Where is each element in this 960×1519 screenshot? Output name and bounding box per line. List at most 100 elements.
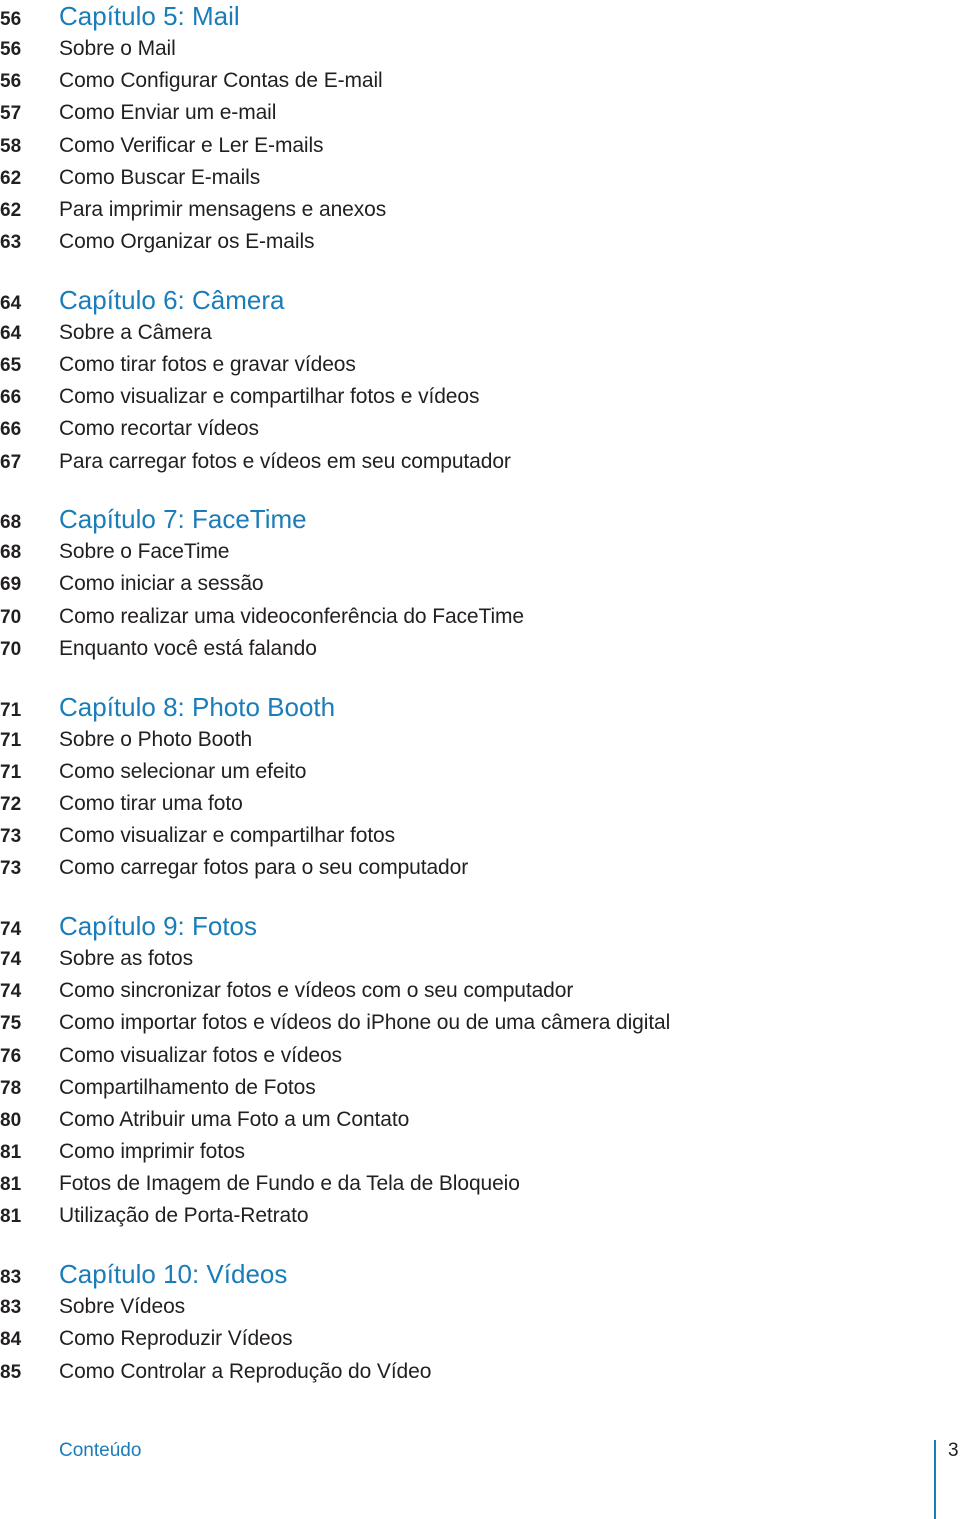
entry-page-number: 85: [0, 1361, 22, 1383]
entry-title[interactable]: Como visualizar fotos e vídeos: [59, 1040, 342, 1072]
chapter-section: 71 Capítulo 8: Photo Booth 71 Sobre o Photo…: [0, 691, 960, 885]
toc-entry[interactable]: 70 Como realizar uma videoconferência do …: [0, 601, 960, 633]
toc-entry[interactable]: 58 Como Verificar e Ler E-mails: [0, 130, 960, 162]
entry-title[interactable]: Como Organizar os E-mails: [59, 226, 315, 258]
chapter-heading[interactable]: 64 Capítulo 6: Câmera: [0, 284, 960, 317]
chapter-title[interactable]: Capítulo 6: Câmera: [59, 284, 284, 317]
toc-entry[interactable]: 56 Sobre o Mail: [0, 33, 960, 65]
toc-entry[interactable]: 56 Como Configurar Contas de E-mail: [0, 65, 960, 97]
entry-title[interactable]: Sobre o Photo Booth: [59, 724, 252, 756]
chapter-title[interactable]: Capítulo 8: Photo Booth: [59, 691, 335, 724]
entry-page-number: 62: [0, 199, 22, 221]
toc-entry[interactable]: 70 Enquanto você está falando: [0, 633, 960, 665]
toc-entry[interactable]: 85 Como Controlar a Reprodução do Vídeo: [0, 1356, 960, 1388]
entry-title[interactable]: Como Verificar e Ler E-mails: [59, 130, 324, 162]
entry-title[interactable]: Como imprimir fotos: [59, 1136, 245, 1168]
entry-page-number: 63: [0, 232, 22, 254]
entry-title[interactable]: Como carregar fotos para o seu computado…: [59, 852, 468, 884]
entry-page-number: 80: [0, 1109, 22, 1131]
chapter-heading[interactable]: 68 Capítulo 7: FaceTime: [0, 503, 960, 536]
entry-title[interactable]: Como visualizar e compartilhar fotos: [59, 820, 395, 852]
chapter-page-number: 83: [0, 1267, 22, 1289]
entry-title[interactable]: Para carregar fotos e vídeos em seu comp…: [59, 446, 511, 478]
toc-entry[interactable]: 63 Como Organizar os E-mails: [0, 226, 960, 258]
toc-entry[interactable]: 81 Utilização de Porta-Retrato: [0, 1200, 960, 1232]
toc-entry[interactable]: 69 Como iniciar a sessão: [0, 568, 960, 600]
entry-title[interactable]: Como selecionar um efeito: [59, 756, 306, 788]
toc-entry[interactable]: 76 Como visualizar fotos e vídeos: [0, 1040, 960, 1072]
entry-page-number: 70: [0, 638, 22, 660]
entry-title[interactable]: Como Buscar E-mails: [59, 162, 260, 194]
toc-entry[interactable]: 62 Para imprimir mensagens e anexos: [0, 194, 960, 226]
toc-entry[interactable]: 78 Compartilhamento de Fotos: [0, 1072, 960, 1104]
chapter-title[interactable]: Capítulo 7: FaceTime: [59, 503, 307, 536]
entry-title[interactable]: Como realizar uma videoconferência do Fa…: [59, 601, 524, 633]
entry-page-number: 64: [0, 322, 22, 344]
entry-title[interactable]: Sobre Vídeos: [59, 1291, 185, 1323]
entry-title[interactable]: Como importar fotos e vídeos do iPhone o…: [59, 1007, 670, 1039]
entry-title[interactable]: Como sincronizar fotos e vídeos com o se…: [59, 975, 573, 1007]
entry-title[interactable]: Como Controlar a Reprodução do Vídeo: [59, 1356, 431, 1388]
entry-title[interactable]: Enquanto você está falando: [59, 633, 317, 665]
toc-entry[interactable]: 75 Como importar fotos e vídeos do iPhone…: [0, 1007, 960, 1039]
entry-page-number: 72: [0, 793, 22, 815]
page-footer: Conteúdo 3: [0, 1430, 960, 1519]
toc-entry[interactable]: 74 Como sincronizar fotos e vídeos com o …: [0, 975, 960, 1007]
entry-page-number: 81: [0, 1206, 22, 1228]
toc-entry[interactable]: 71 Sobre o Photo Booth: [0, 724, 960, 756]
chapter-section: 83 Capítulo 10: Vídeos 83 Sobre Vídeos 84 Com…: [0, 1258, 960, 1388]
toc-entry[interactable]: 81 Fotos de Imagem de Fundo e da Tela de …: [0, 1168, 960, 1200]
chapter-heading[interactable]: 74 Capítulo 9: Fotos: [0, 910, 960, 943]
entry-title[interactable]: Utilização de Porta-Retrato: [59, 1200, 309, 1232]
toc-entry[interactable]: 57 Como Enviar um e-mail: [0, 97, 960, 129]
entry-title[interactable]: Para imprimir mensagens e anexos: [59, 194, 386, 226]
entry-title[interactable]: Sobre a Câmera: [59, 317, 212, 349]
entry-page-number: 68: [0, 542, 22, 564]
chapter-title[interactable]: Capítulo 9: Fotos: [59, 910, 257, 943]
chapter-heading[interactable]: 56 Capítulo 5: Mail: [0, 0, 960, 33]
toc-entry[interactable]: 74 Sobre as fotos: [0, 943, 960, 975]
entry-title[interactable]: Como tirar fotos e gravar vídeos: [59, 349, 356, 381]
entry-title[interactable]: Como Configurar Contas de E-mail: [59, 65, 383, 97]
toc-entry[interactable]: 73 Como visualizar e compartilhar fotos: [0, 820, 960, 852]
toc-entry[interactable]: 84 Como Reproduzir Vídeos: [0, 1323, 960, 1355]
toc-entry[interactable]: 66 Como visualizar e compartilhar fotos e…: [0, 381, 960, 413]
toc-entry[interactable]: 72 Como tirar uma foto: [0, 788, 960, 820]
chapter-title[interactable]: Capítulo 5: Mail: [59, 0, 240, 33]
entry-title[interactable]: Sobre as fotos: [59, 943, 193, 975]
toc-entry[interactable]: 80 Como Atribuir uma Foto a um Contato: [0, 1104, 960, 1136]
toc-entry[interactable]: 66 Como recortar vídeos: [0, 413, 960, 445]
toc-entry[interactable]: 81 Como imprimir fotos: [0, 1136, 960, 1168]
chapter-page-number: 71: [0, 699, 22, 721]
entry-title[interactable]: Como tirar uma foto: [59, 788, 243, 820]
chapter-section: 74 Capítulo 9: Fotos 74 Sobre as fotos 74 Com…: [0, 910, 960, 1233]
toc-entry[interactable]: 62 Como Buscar E-mails: [0, 162, 960, 194]
chapter-page-number: 56: [0, 9, 22, 30]
toc-entry[interactable]: 64 Sobre a Câmera: [0, 317, 960, 349]
entry-title[interactable]: Como Reproduzir Vídeos: [59, 1323, 293, 1355]
entry-title[interactable]: Como Enviar um e-mail: [59, 97, 276, 129]
entry-title[interactable]: Fotos de Imagem de Fundo e da Tela de Bl…: [59, 1168, 520, 1200]
entry-title[interactable]: Sobre o Mail: [59, 33, 176, 65]
entry-page-number: 78: [0, 1077, 22, 1099]
entry-page-number: 81: [0, 1174, 22, 1196]
toc-entry[interactable]: 73 Como carregar fotos para o seu computa…: [0, 852, 960, 884]
toc-entry[interactable]: 65 Como tirar fotos e gravar vídeos: [0, 349, 960, 381]
entry-title[interactable]: Como Atribuir uma Foto a um Contato: [59, 1104, 409, 1136]
chapter-heading[interactable]: 83 Capítulo 10: Vídeos: [0, 1258, 960, 1291]
chapter-title[interactable]: Capítulo 10: Vídeos: [59, 1258, 287, 1291]
entry-title[interactable]: Compartilhamento de Fotos: [59, 1072, 316, 1104]
toc-entry[interactable]: 67 Para carregar fotos e vídeos em seu co…: [0, 446, 960, 478]
toc-entry[interactable]: 68 Sobre o FaceTime: [0, 536, 960, 568]
entry-title[interactable]: Como iniciar a sessão: [59, 568, 264, 600]
chapter-section: 56 Capítulo 5: Mail 56 Sobre o Mail 56 Como C…: [0, 0, 960, 258]
entry-title[interactable]: Como recortar vídeos: [59, 413, 259, 445]
toc-entry[interactable]: 71 Como selecionar um efeito: [0, 756, 960, 788]
toc-entry[interactable]: 83 Sobre Vídeos: [0, 1291, 960, 1323]
chapter-heading[interactable]: 71 Capítulo 8: Photo Booth: [0, 691, 960, 724]
entry-title[interactable]: Como visualizar e compartilhar fotos e v…: [59, 381, 479, 413]
entry-page-number: 70: [0, 606, 22, 628]
entry-title[interactable]: Sobre o FaceTime: [59, 536, 229, 568]
entry-page-number: 84: [0, 1329, 22, 1351]
chapter-page-number: 64: [0, 292, 22, 314]
